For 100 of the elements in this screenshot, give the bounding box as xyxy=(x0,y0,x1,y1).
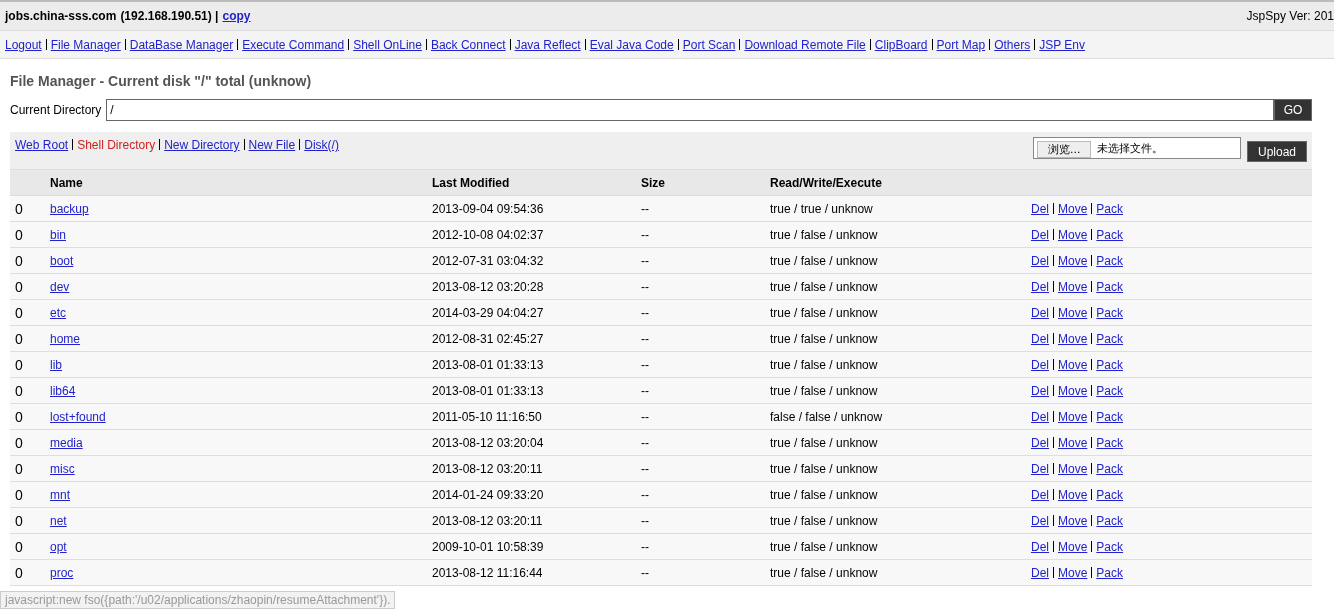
table-cell-text: 0 xyxy=(14,330,24,347)
folder-link[interactable]: dev xyxy=(50,279,70,294)
host-ip: (192.168.190.51) | xyxy=(120,9,219,23)
folder-link[interactable]: lib xyxy=(50,357,62,372)
nav-link[interactable]: Port Map xyxy=(936,37,986,52)
copy-link[interactable]: copy xyxy=(222,9,251,23)
toolbar-link[interactable]: New Directory xyxy=(164,138,240,152)
action-link[interactable]: Del xyxy=(1031,357,1049,372)
folder-link[interactable]: net xyxy=(50,513,67,528)
action-link[interactable]: Move xyxy=(1058,253,1088,268)
action-link[interactable]: Move xyxy=(1058,279,1088,294)
action-link[interactable]: Move xyxy=(1058,227,1088,242)
folder-link[interactable]: media xyxy=(50,435,83,450)
table-cell-text: -- xyxy=(641,279,650,294)
toolbar-link[interactable]: Web Root xyxy=(15,138,69,152)
action-link[interactable]: Pack xyxy=(1096,253,1124,268)
table-cell-text: 2009-10-01 10:58:39 xyxy=(432,539,545,554)
action-link[interactable]: Pack xyxy=(1096,539,1124,554)
nav-link[interactable]: Execute Command xyxy=(242,37,345,52)
action-link[interactable]: Del xyxy=(1031,435,1049,450)
column-header: Name xyxy=(50,175,84,190)
action-link[interactable]: Move xyxy=(1058,565,1088,580)
action-link[interactable]: Move xyxy=(1058,201,1088,216)
folder-link[interactable]: boot xyxy=(50,253,74,268)
toolbar-link[interactable]: Disk(/) xyxy=(304,138,339,152)
action-link[interactable]: Pack xyxy=(1096,331,1124,346)
nav-link[interactable]: File Manager xyxy=(50,37,121,52)
folder-link[interactable]: lost+found xyxy=(50,409,106,424)
action-link[interactable]: Pack xyxy=(1096,305,1124,320)
action-link[interactable]: Del xyxy=(1031,487,1049,502)
folder-link[interactable]: lib64 xyxy=(50,383,76,398)
action-link[interactable]: Del xyxy=(1031,565,1049,580)
action-link[interactable]: Move xyxy=(1058,357,1088,372)
action-link[interactable]: Pack xyxy=(1096,487,1124,502)
table-cell-text: 2013-08-12 03:20:11 xyxy=(432,461,544,476)
action-link[interactable]: Move xyxy=(1058,305,1088,320)
action-link[interactable]: Move xyxy=(1058,435,1088,450)
table-cell-text: 0 xyxy=(14,434,24,451)
folder-link[interactable]: backup xyxy=(50,201,89,216)
toolbar-link[interactable]: New File xyxy=(248,138,296,152)
nav-link[interactable]: Logout xyxy=(5,37,42,52)
nav-link[interactable]: Back Connect xyxy=(430,37,506,52)
folder-link[interactable]: etc xyxy=(50,305,66,320)
action-link[interactable]: Pack xyxy=(1096,513,1124,528)
action-link[interactable]: Pack xyxy=(1096,565,1124,580)
action-link[interactable]: Pack xyxy=(1096,279,1124,294)
action-link[interactable]: Del xyxy=(1031,279,1049,294)
table-cell-text: -- xyxy=(641,461,650,476)
action-link[interactable]: Pack xyxy=(1096,435,1124,450)
folder-link[interactable]: bin xyxy=(50,227,66,242)
action-link[interactable]: Del xyxy=(1031,383,1049,398)
nav-link[interactable]: JSP Env xyxy=(1039,37,1085,52)
nav-link[interactable]: ClipBoard xyxy=(874,37,928,52)
action-link[interactable]: Pack xyxy=(1096,383,1124,398)
nav-link[interactable]: Shell OnLine xyxy=(353,37,422,52)
nav-link[interactable]: Java Reflect xyxy=(514,37,581,52)
action-link[interactable]: Move xyxy=(1058,539,1088,554)
action-link[interactable]: Move xyxy=(1058,383,1088,398)
action-link[interactable]: Pack xyxy=(1096,201,1124,216)
folder-link[interactable]: misc xyxy=(50,461,75,476)
action-link[interactable]: Pack xyxy=(1096,409,1124,424)
action-link[interactable]: Move xyxy=(1058,487,1088,502)
folder-link[interactable]: home xyxy=(50,331,81,346)
browse-button[interactable]: 浏览... xyxy=(1036,140,1092,158)
nav-link[interactable]: Download Remote File xyxy=(744,37,866,52)
action-link[interactable]: Pack xyxy=(1096,227,1124,242)
folder-link[interactable]: proc xyxy=(50,565,74,580)
action-link[interactable]: Del xyxy=(1031,253,1049,268)
upload-button[interactable]: Upload xyxy=(1246,141,1307,162)
directory-field[interactable]: / xyxy=(106,99,1274,121)
action-link[interactable]: Del xyxy=(1031,461,1049,476)
action-link[interactable]: Del xyxy=(1031,513,1049,528)
action-link[interactable]: Del xyxy=(1031,305,1049,320)
column-header: Read/Write/Execute xyxy=(770,175,883,190)
table-cell-text: 0 xyxy=(14,278,24,295)
table-cell-text: -- xyxy=(641,565,650,580)
action-link[interactable]: Pack xyxy=(1096,357,1124,372)
nav-link[interactable]: Eval Java Code xyxy=(589,37,674,52)
action-link[interactable]: Pack xyxy=(1096,461,1124,476)
action-link[interactable]: Del xyxy=(1031,331,1049,346)
nav-link[interactable]: Others xyxy=(994,37,1031,52)
action-link[interactable]: Move xyxy=(1058,331,1088,346)
action-link[interactable]: Move xyxy=(1058,461,1088,476)
action-link[interactable]: Del xyxy=(1031,409,1049,424)
nav-link[interactable]: DataBase Manager xyxy=(129,37,234,52)
action-link[interactable]: Move xyxy=(1058,513,1088,528)
toolbar-link[interactable]: Shell Directory xyxy=(77,138,156,152)
file-field[interactable]: 浏览... 未选择文件。 xyxy=(1032,137,1241,159)
action-link[interactable]: Del xyxy=(1031,227,1049,242)
file-status: 未选择文件。 xyxy=(1097,140,1164,156)
action-link[interactable]: Move xyxy=(1058,409,1088,424)
go-button[interactable]: GO xyxy=(1274,99,1312,121)
table-cell-text: true / false / unknow xyxy=(770,253,879,268)
folder-link[interactable]: opt xyxy=(50,539,67,554)
action-link[interactable]: Del xyxy=(1031,201,1049,216)
column-header: Last Modified xyxy=(432,175,511,190)
table-cell-text: 2012-10-08 04:02:37 xyxy=(432,227,545,242)
action-link[interactable]: Del xyxy=(1031,539,1049,554)
folder-link[interactable]: mnt xyxy=(50,487,70,502)
nav-link[interactable]: Port Scan xyxy=(682,37,736,52)
